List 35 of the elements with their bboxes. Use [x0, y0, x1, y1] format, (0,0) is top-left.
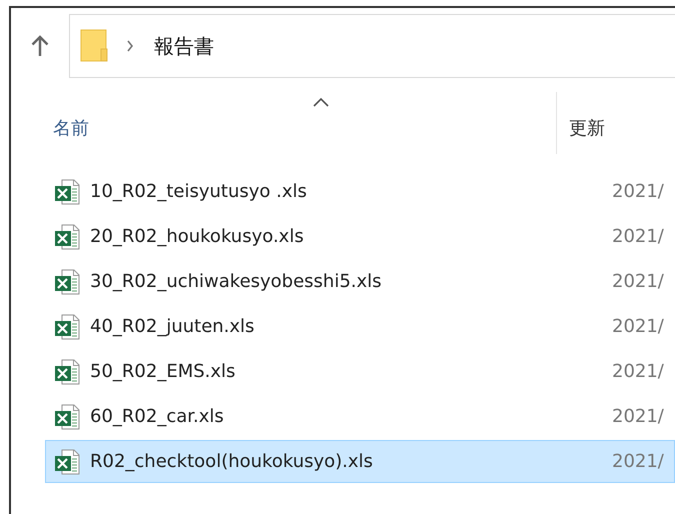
spreadsheet-file-icon	[54, 358, 80, 384]
modified-date: 2021/	[612, 181, 664, 202]
file-row[interactable]: 20_R02_houkokusyo.xls 2021/	[45, 215, 675, 258]
file-name: 20_R02_houkokusyo.xls	[90, 226, 305, 247]
file-row[interactable]: R02_checktool(houkokusyo).xls 2021/	[45, 440, 675, 483]
chevron-icon	[126, 40, 134, 52]
modified-date: 2021/	[612, 226, 664, 247]
file-row[interactable]: 10_R02_teisyutusyo .xls 2021/	[45, 170, 675, 213]
spreadsheet-file-icon	[54, 448, 80, 474]
file-name: 40_R02_juuten.xls	[90, 316, 256, 337]
modified-date: 2021/	[612, 361, 664, 382]
spreadsheet-file-icon	[54, 404, 80, 430]
file-row[interactable]: 50_R02_EMS.xls 2021/	[45, 350, 675, 393]
file-row[interactable]: 30_R02_uchiwakesyobesshi5.xls 2021/	[45, 260, 675, 303]
file-name: 30_R02_uchiwakesyobesshi5.xls	[90, 271, 383, 292]
up-arrow-icon[interactable]	[31, 35, 49, 57]
file-name: 50_R02_EMS.xls	[90, 361, 236, 382]
file-row[interactable]: 60_R02_car.xls 2021/	[45, 395, 675, 438]
modified-date: 2021/	[612, 406, 664, 427]
date-column-header[interactable]: 更新	[556, 92, 605, 154]
modified-date: 2021/	[612, 316, 664, 337]
file-name: 60_R02_car.xls	[90, 406, 225, 427]
spreadsheet-file-icon	[54, 314, 80, 340]
breadcrumb-item[interactable]: 報告書	[154, 32, 214, 60]
spreadsheet-file-icon	[54, 268, 80, 294]
spreadsheet-file-icon	[54, 224, 80, 250]
spreadsheet-file-icon	[54, 178, 80, 204]
modified-date: 2021/	[612, 451, 664, 472]
address-bar[interactable]: 報告書	[69, 14, 675, 78]
modified-date: 2021/	[612, 271, 664, 292]
name-column-header[interactable]: 名前	[11, 92, 556, 154]
file-row[interactable]: 40_R02_juuten.xls 2021/	[45, 305, 675, 348]
folder-icon	[80, 29, 108, 63]
file-name: R02_checktool(houkokusyo).xls	[90, 451, 374, 472]
file-name: 10_R02_teisyutusyo .xls	[90, 181, 308, 202]
